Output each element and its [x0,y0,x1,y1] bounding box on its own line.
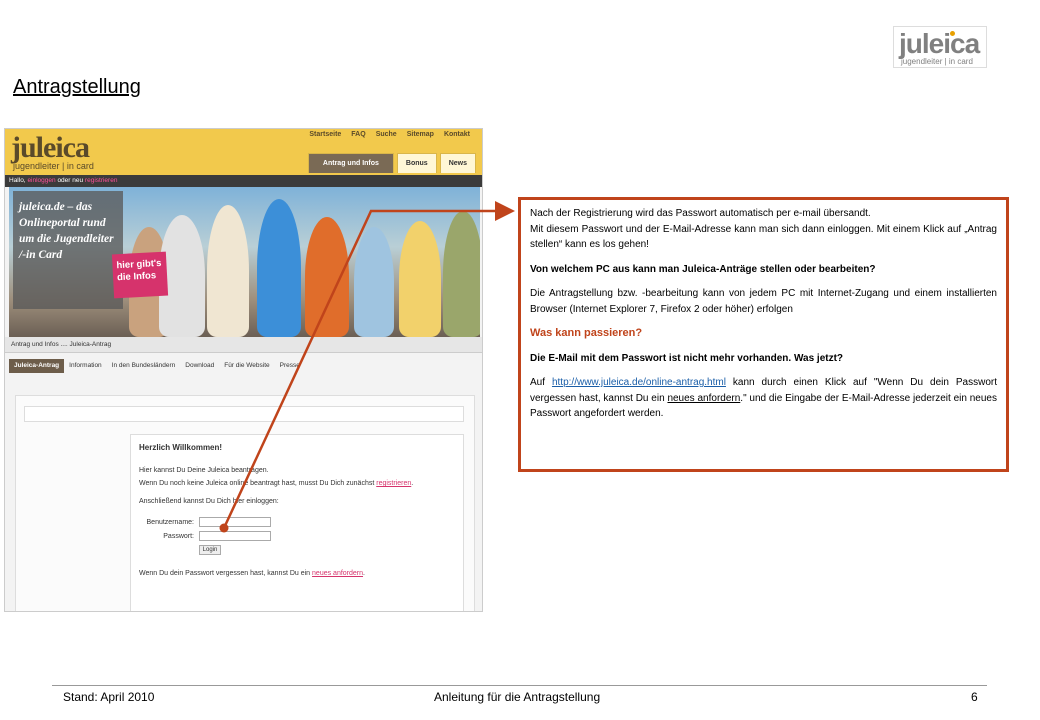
login-line2: Wenn Du noch keine Juleica online beantr… [139,479,455,489]
hello-prefix: Hallo, [9,177,28,184]
register-link-2[interactable]: registrieren [376,480,411,487]
hero-person [399,221,441,337]
info-callout: Nach der Registrierung wird das Passwort… [518,197,1009,472]
hero-info-badge[interactable]: hier gibt's die Infos [111,251,169,299]
login-line2-text: Wenn Du noch keine Juleica online beantr… [139,480,377,487]
login-link[interactable]: einloggen [27,177,55,184]
subnav-information[interactable]: Information [64,359,107,373]
footer-divider [52,685,987,686]
answer2-prefix: Auf [530,377,552,388]
topnav-suche[interactable]: Suche [374,131,399,138]
welcome-heading: Herzlich Willkommen! [139,443,223,452]
tab-bonus[interactable]: Bonus [396,153,437,173]
tab-antrag-und-infos[interactable]: Antrag und Infos [307,153,394,173]
site-top-nav: Startseite FAQ Suche Sitemap Kontakt [307,131,472,138]
hello-bar: Hallo, einloggen oder neu registrieren [5,175,482,187]
hero-image: juleica.de – das Onlineportal rund um di… [9,187,480,337]
forgot-text: Wenn Du dein Passwort vergessen hast, ka… [139,570,313,577]
subnav-download[interactable]: Download [180,359,219,373]
subnav-website[interactable]: Für die Website [219,359,274,373]
hero-person [443,211,480,337]
callout-answer-1: Die Antragstellung bzw. -bearbeitung kan… [530,288,997,315]
topnav-faq[interactable]: FAQ [349,131,367,138]
password-label: Passwort: [163,532,194,540]
username-row: Benutzername: [139,517,455,527]
register-link[interactable]: registrieren [85,177,118,184]
subnav-presse[interactable]: Presse [275,359,305,373]
callout-heading: Was kann passieren? [530,327,643,339]
login-line1: Hier kannst Du Deine Juleica beantragen. [139,467,269,474]
site-logo-subtitle: jugendleiter | in card [13,161,94,171]
hero-tagline: juleica.de – das Onlineportal rund um di… [13,191,123,309]
site-logo-word: juleica [11,131,90,164]
login-button[interactable]: Login [199,545,221,555]
password-row: Passwort: [139,531,455,541]
hero-person [305,217,349,337]
logo-subtitle: jugendleiter | in card [901,57,973,66]
site-header: juleica jugendleiter | in card Startseit… [5,129,482,175]
callout-p1-line2: Mit diesem Passwort und der E-Mail-Adres… [530,223,997,251]
topnav-kontakt[interactable]: Kontakt [442,131,472,138]
callout-p1-line1: Nach der Registrierung wird das Passwort… [530,208,871,219]
login-line3: Anschließend kannst Du Dich hier einlogg… [139,498,279,505]
callout-question-2: Die E-Mail mit dem Passwort ist nicht me… [530,352,844,364]
site-sub-nav: Juleica-Antrag Information In den Bundes… [9,359,480,373]
website-screenshot: juleica jugendleiter | in card Startseit… [4,128,483,612]
username-input[interactable] [199,517,271,527]
topnav-sitemap[interactable]: Sitemap [405,131,436,138]
tab-news[interactable]: News [439,153,476,173]
subnav-bundeslaender[interactable]: In den Bundesländern [107,359,181,373]
login-box: Herzlich Willkommen! Hier kannst Du Dein… [130,434,464,611]
logo-dot-icon [950,31,955,36]
hero-person [257,199,301,337]
hello-middle: oder neu [55,177,85,184]
site-tabs: Antrag und Infos Bonus News [307,153,476,173]
request-new-text: neues anfordern [667,392,741,404]
login-line2-suffix: . [411,480,414,487]
site-logo[interactable]: juleica [11,131,90,165]
username-label: Benutzername: [146,518,194,526]
subnav-juleica-antrag[interactable]: Juleica-Antrag [9,359,65,373]
hero-person [207,205,249,337]
forgot-line: Wenn Du dein Passwort vergessen hast, ka… [139,569,455,579]
hero-person [354,227,394,337]
password-input[interactable] [199,531,271,541]
breadcrumb: Antrag und Infos .... Juleica-Antrag [5,337,482,353]
request-new-link[interactable]: neues anfordern [312,570,363,577]
footer-date: Stand: April 2010 [63,690,155,704]
site-content: Herzlich Willkommen! Hier kannst Du Dein… [15,395,475,611]
logo-word: juleica [899,28,980,59]
callout-question-1: Von welchem PC aus kann man Juleica-Antr… [530,263,876,275]
content-strip [24,406,464,422]
footer-title: Anleitung für die Antragstellung [434,690,601,704]
topnav-startseite[interactable]: Startseite [307,131,343,138]
forgot-suffix: . [363,570,365,577]
callout-answer-2: Auf http://www.juleica.de/online-antrag.… [530,375,997,422]
page-number: 6 [971,690,978,704]
online-antrag-link[interactable]: http://www.juleica.de/online-antrag.html [552,377,726,388]
juleica-logo: juleica jugendleiter | in card [893,26,987,68]
slide-title: Antragstellung [13,76,141,98]
